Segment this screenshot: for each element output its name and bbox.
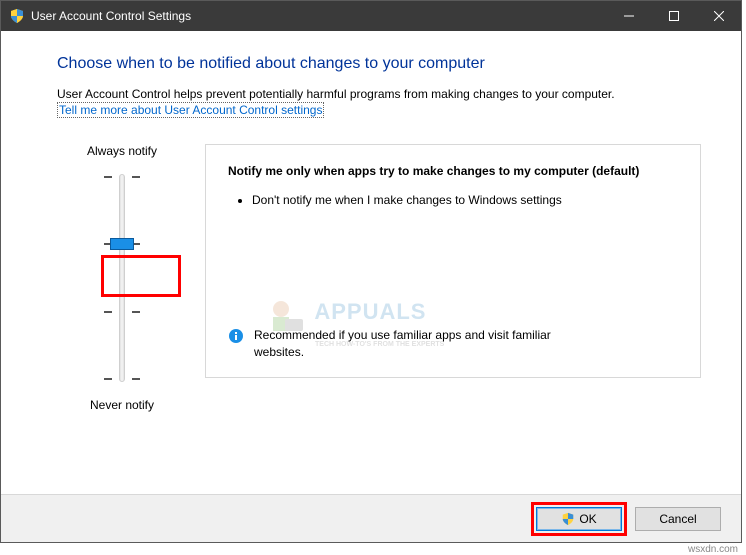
dialog-footer: OK Cancel — [1, 494, 741, 542]
slider-top-label: Always notify — [87, 144, 157, 158]
info-panel: Notify me only when apps try to make cha… — [205, 144, 701, 378]
cancel-button[interactable]: Cancel — [635, 507, 721, 531]
slider-thumb[interactable] — [110, 238, 134, 250]
window-title: User Account Control Settings — [31, 9, 606, 23]
page-heading: Choose when to be notified about changes… — [57, 55, 701, 73]
notification-slider[interactable] — [92, 168, 152, 388]
level-title: Notify me only when apps try to make cha… — [228, 163, 678, 180]
source-footnote: wsxdn.com — [688, 544, 738, 555]
slider-column: Always notify Never notify — [57, 144, 187, 412]
slider-tick — [92, 307, 152, 317]
minimize-button[interactable] — [606, 1, 651, 31]
titlebar: User Account Control Settings — [1, 1, 741, 31]
slider-tick — [92, 374, 152, 384]
recommendation-text: Recommended if you use familiar apps and… — [254, 327, 574, 361]
content-area: Choose when to be notified about changes… — [1, 31, 741, 494]
highlight-ok: OK — [531, 502, 627, 536]
page-subtext: User Account Control helps prevent poten… — [57, 87, 701, 101]
info-icon — [228, 328, 244, 344]
ok-label: OK — [579, 512, 596, 526]
learn-more-link[interactable]: Tell me more about User Account Control … — [57, 102, 324, 118]
close-button[interactable] — [696, 1, 741, 31]
slider-tick — [92, 172, 152, 182]
uac-shield-icon — [9, 8, 25, 24]
level-detail: Don't notify me when I make changes to W… — [252, 192, 572, 209]
cancel-label: Cancel — [659, 512, 696, 526]
maximize-button[interactable] — [651, 1, 696, 31]
slider-bottom-label: Never notify — [90, 398, 154, 412]
ok-button[interactable]: OK — [536, 507, 622, 531]
uac-settings-window: User Account Control Settings Choose whe… — [0, 0, 742, 543]
uac-shield-icon — [561, 512, 575, 526]
